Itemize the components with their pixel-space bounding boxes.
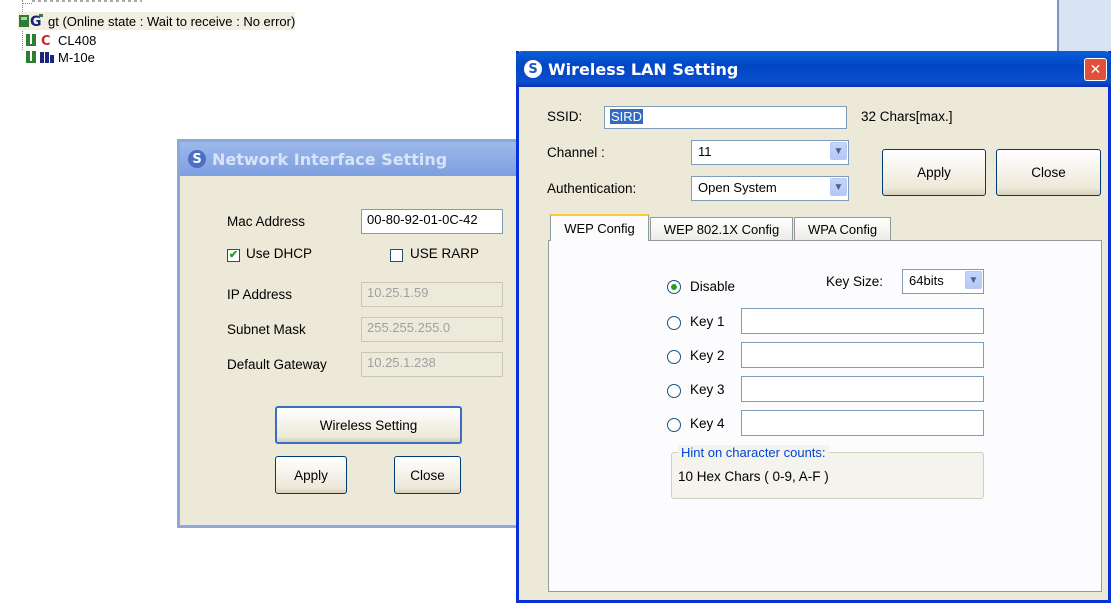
key1-label: Key 1	[690, 314, 725, 329]
hint-title: Hint on character counts:	[678, 445, 829, 460]
tree-item-label: CL408	[58, 32, 97, 48]
ssid-hint: 32 Chars[max.]	[861, 109, 953, 124]
ssid-label: SSID:	[547, 109, 583, 124]
tree-item-label: M-10e	[58, 49, 95, 65]
tree-item-label: gt (Online state : Wait to receive : No …	[48, 13, 296, 29]
subnet-mask-field[interactable]: 255.255.255.0	[361, 317, 503, 342]
use-dhcp-label: Use DHCP	[246, 246, 313, 261]
cl-device-icon: C	[22, 32, 56, 48]
ip-address-field[interactable]: 10.25.1.59	[361, 282, 503, 307]
authentication-value: Open System	[698, 180, 777, 195]
use-rarp-label: USE RARP	[410, 246, 480, 261]
default-gateway-field[interactable]: 10.25.1.238	[361, 352, 503, 377]
tab-wep-8021x-config[interactable]: WEP 802.1X Config	[650, 217, 793, 241]
wireless-setting-button[interactable]: Wireless Setting	[275, 406, 462, 444]
key2-input[interactable]	[741, 342, 984, 368]
use-dhcp-checkbox[interactable]: ✔	[227, 249, 240, 262]
close-icon[interactable]: ✕	[1084, 58, 1107, 81]
tree-item-cut-off	[32, 0, 152, 6]
hint-groupbox: Hint on character counts: 10 Hex Chars (…	[671, 445, 984, 499]
key4-input[interactable]	[741, 410, 984, 436]
key1-input[interactable]	[741, 308, 984, 334]
key4-radio[interactable]	[667, 418, 681, 432]
hint-text: 10 Hex Chars ( 0-9, A-F )	[678, 469, 829, 484]
channel-value: 11	[698, 144, 712, 159]
wireless-apply-button[interactable]: Apply	[882, 149, 986, 196]
default-gateway-label: Default Gateway	[227, 357, 327, 372]
key3-input[interactable]	[741, 376, 984, 402]
mac-address-field[interactable]: 00-80-92-01-0C-42	[361, 209, 503, 234]
authentication-label: Authentication:	[547, 181, 637, 196]
network-dialog-title: Network Interface Setting	[212, 149, 448, 169]
tree-connector	[22, 3, 32, 4]
wep-config-panel: Disable Key Size: 64bits ▼ Key 1 Key 2 K…	[548, 240, 1102, 592]
key2-label: Key 2	[690, 348, 725, 363]
wireless-close-button[interactable]: Close	[996, 149, 1101, 196]
key2-radio[interactable]	[667, 350, 681, 364]
app-logo-icon: S	[524, 60, 542, 78]
tree-item-m10e[interactable]: M-10e	[22, 48, 95, 66]
mac-address-label: Mac Address	[227, 214, 306, 229]
gt-device-icon: G	[18, 13, 44, 29]
authentication-select[interactable]: Open System ▼	[691, 176, 849, 201]
subnet-mask-label: Subnet Mask	[227, 322, 306, 337]
key1-radio[interactable]	[667, 316, 681, 330]
tree-item-cl408[interactable]: C CL408	[22, 31, 96, 49]
network-interface-dialog: S Network Interface Setting Mac Address …	[177, 139, 519, 528]
chevron-down-icon[interactable]: ▼	[830, 142, 847, 160]
key4-label: Key 4	[690, 416, 725, 431]
key-size-select[interactable]: 64bits ▼	[902, 269, 984, 294]
key3-radio[interactable]	[667, 384, 681, 398]
key-size-value: 64bits	[909, 273, 944, 288]
ssid-selected-text: SIRD	[610, 109, 644, 124]
channel-label: Channel :	[547, 145, 605, 160]
chevron-down-icon[interactable]: ▼	[830, 178, 847, 196]
chevron-down-icon[interactable]: ▼	[965, 271, 982, 289]
svg-text:C: C	[41, 34, 51, 48]
ssid-input[interactable]: SIRD	[604, 106, 847, 129]
disable-radio[interactable]	[667, 280, 681, 294]
network-close-button[interactable]: Close	[394, 456, 461, 494]
tab-wep-config[interactable]: WEP Config	[550, 214, 649, 241]
use-rarp-checkbox[interactable]	[390, 249, 403, 262]
disable-label: Disable	[690, 279, 736, 294]
app-logo-icon: S	[188, 150, 206, 168]
wireless-dialog-title-bar[interactable]: S Wireless LAN Setting ✕	[516, 51, 1111, 87]
network-apply-button[interactable]: Apply	[275, 456, 347, 494]
tab-wpa-config[interactable]: WPA Config	[794, 217, 891, 241]
network-dialog-title-bar[interactable]: S Network Interface Setting	[180, 142, 516, 176]
key-size-label: Key Size:	[826, 274, 884, 289]
wireless-lan-dialog: S Wireless LAN Setting ✕ SSID: SIRD 32 C…	[516, 51, 1111, 603]
key3-label: Key 3	[690, 382, 725, 397]
wireless-dialog-title: Wireless LAN Setting	[548, 59, 739, 79]
device-tree: G gt (Online state : Wait to receive : N…	[0, 0, 520, 80]
ip-address-label: IP Address	[227, 287, 293, 302]
channel-select[interactable]: 11 ▼	[691, 140, 849, 165]
tree-item-gt[interactable]: G gt (Online state : Wait to receive : N…	[18, 12, 296, 30]
m-device-icon	[22, 49, 56, 65]
